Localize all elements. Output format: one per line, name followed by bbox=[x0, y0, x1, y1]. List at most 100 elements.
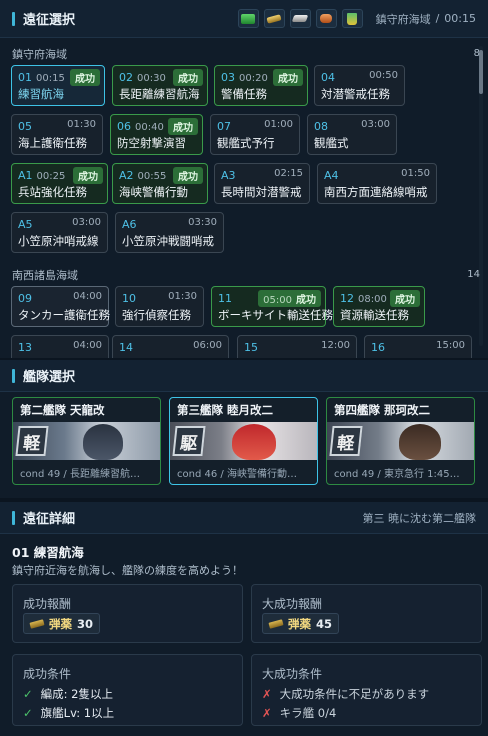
status-badge: 成功 bbox=[73, 167, 103, 184]
fleet-banner: 駆 bbox=[170, 422, 317, 460]
condition-text: 編成: 2隻以上 bbox=[40, 687, 114, 701]
ship-portrait bbox=[83, 424, 123, 460]
mission-card-09[interactable]: 09 04:00 タンカー護衛任務 bbox=[11, 286, 110, 327]
reward-amount: 30 bbox=[77, 616, 94, 631]
mission-id: A1 bbox=[18, 169, 33, 182]
status-badge: 成功 bbox=[173, 69, 203, 86]
mission-name: 小笠原沖哨戒線 bbox=[18, 234, 99, 248]
mission-card-A4[interactable]: A4 01:50 南西方面連絡線哨戒 bbox=[317, 163, 437, 204]
mission-id: A6 bbox=[122, 218, 137, 231]
cross-icon: ✗ bbox=[262, 687, 272, 701]
mission-name: 強行偵察任務 bbox=[122, 308, 191, 322]
fleet-card-3[interactable]: 第三艦隊 睦月改二 駆 cond 46 / 海峡警備行動… bbox=[169, 397, 318, 485]
fleet-card-2[interactable]: 第二艦隊 天龍改 軽 cond 49 / 長距離練習航… bbox=[12, 397, 161, 485]
ammo-icon[interactable] bbox=[263, 9, 285, 28]
mission-name: 観艦式 bbox=[314, 136, 349, 150]
mission-card-12[interactable]: 12 08:00 成功 資源輸送任務 bbox=[333, 286, 425, 327]
header-accent bbox=[12, 368, 15, 383]
condition-row: ✗ キラ艦 0/4 bbox=[262, 705, 336, 721]
mission-card-14[interactable]: 14 06:00 bbox=[112, 335, 229, 358]
mission-name: 資源輸送任務 bbox=[340, 308, 409, 322]
mission-card-15[interactable]: 15 12:00 bbox=[237, 335, 357, 358]
cond-value: 49 bbox=[47, 469, 61, 480]
reward-chip: 弾薬 30 bbox=[23, 613, 101, 634]
mission-card-16[interactable]: 16 15:00 bbox=[364, 335, 472, 358]
mission-time: 01:30 bbox=[67, 119, 96, 130]
ammo-icon bbox=[29, 618, 45, 629]
mission-id: A3 bbox=[221, 169, 236, 182]
mission-card-11[interactable]: 11 05:00 成功 ボーキサイト輸送任務 bbox=[211, 286, 333, 327]
fleet-status: cond 49 / 東京急行 1:45… bbox=[327, 460, 474, 484]
great-conditions-label: 大成功条件 bbox=[262, 667, 323, 681]
ship-portrait bbox=[399, 424, 441, 460]
total-time: 00:15 bbox=[444, 12, 476, 25]
mission-id: 05 bbox=[18, 120, 32, 133]
mission-card-A5[interactable]: A5 03:00 小笠原沖哨戒線 bbox=[11, 212, 108, 253]
ship-type-badge: 軽 bbox=[15, 426, 49, 456]
fleet-status: cond 46 / 海峡警備行動… bbox=[170, 460, 317, 484]
bucket-icon[interactable] bbox=[341, 9, 363, 28]
mission-card-04[interactable]: 04 00:50 対潜警戒任務 bbox=[314, 65, 405, 106]
check-icon: ✓ bbox=[23, 687, 33, 701]
cond-value: 49 bbox=[361, 469, 375, 480]
header-accent bbox=[12, 510, 15, 525]
mission-id: 12 bbox=[340, 292, 354, 305]
mission-id: 09 bbox=[18, 292, 32, 305]
bauxite-icon[interactable] bbox=[315, 9, 337, 28]
mission-id: 02 bbox=[119, 71, 133, 84]
cross-icon: ✗ bbox=[262, 706, 272, 720]
mission-time: 00:20 bbox=[239, 73, 268, 84]
ship-type-badge: 軽 bbox=[329, 426, 363, 456]
clipped-row: 13 04:00 14 06:00 15 12:00 16 15:00 bbox=[0, 335, 480, 358]
mission-card-06[interactable]: 06 00:40 成功 防空射撃演習 bbox=[110, 114, 203, 155]
success-conditions-box: 成功条件 ✓ 編成: 2隻以上 ✓ 旗艦Lv: 1以上 bbox=[12, 654, 243, 726]
scrollbar-track[interactable] bbox=[479, 46, 483, 346]
mission-card-A2[interactable]: A2 00:55 成功 海峡警備行動 bbox=[112, 163, 208, 204]
check-icon: ✓ bbox=[23, 706, 33, 720]
fleet-card-4[interactable]: 第四艦隊 那珂改二 軽 cond 49 / 東京急行 1:45… bbox=[326, 397, 475, 485]
mission-card-05[interactable]: 05 01:30 海上護衛任務 bbox=[11, 114, 103, 155]
mission-card-10[interactable]: 10 01:30 強行偵察任務 bbox=[115, 286, 204, 327]
mission-name: 対潜警戒任務 bbox=[321, 87, 390, 101]
mission-card-07[interactable]: 07 01:00 観艦式予行 bbox=[210, 114, 300, 155]
status-text: 成功 bbox=[296, 295, 316, 306]
fleet-mission: 東京急行 1:45… bbox=[383, 469, 460, 480]
mission-id: 11 bbox=[218, 292, 232, 305]
mission-name: 南西方面連絡線哨戒 bbox=[324, 185, 428, 199]
fleet-name: 第四艦隊 那珂改二 bbox=[334, 403, 431, 417]
mission-time: 00:55 bbox=[137, 171, 167, 182]
mission-description: 鎮守府近海を航海し、艦隊の練度を高めよう！ bbox=[12, 564, 243, 577]
mission-time: 04:00 bbox=[73, 291, 102, 302]
fuel-icon[interactable] bbox=[237, 9, 259, 28]
fleet-separator: / bbox=[220, 469, 224, 480]
condition-text: 大成功条件に不足があります bbox=[279, 687, 430, 701]
expedition-panel-title: 遠征選択 bbox=[23, 13, 76, 28]
mission-id: 06 bbox=[117, 120, 131, 133]
mission-name: 長距離練習航海 bbox=[119, 87, 200, 101]
great-conditions-box: 大成功条件 ✗ 大成功条件に不足があります ✗ キラ艦 0/4 bbox=[251, 654, 482, 726]
status-badge: 成功 bbox=[390, 290, 420, 307]
mission-name: 海上護衛任務 bbox=[18, 136, 87, 150]
mission-card-02[interactable]: 02 00:30 成功 長距離練習航海 bbox=[112, 65, 208, 106]
mission-card-A3[interactable]: A3 02:15 長時間対潜警戒 bbox=[214, 163, 310, 204]
mission-id: 07 bbox=[217, 120, 231, 133]
status-badge: 成功 bbox=[168, 118, 198, 135]
mission-card-13[interactable]: 13 04:00 bbox=[11, 335, 109, 358]
fleet-separator: / bbox=[63, 469, 67, 480]
mission-card-A6[interactable]: A6 03:30 小笠原沖戦闘哨戒 bbox=[115, 212, 224, 253]
mission-id: 01 bbox=[18, 71, 32, 84]
section-label-nansei: 南西諸島海域 bbox=[12, 269, 78, 282]
mission-id: 08 bbox=[314, 120, 328, 133]
fleet-mission: 長距離練習航… bbox=[69, 469, 140, 480]
mission-id: 16 bbox=[371, 341, 385, 354]
success-conditions-label: 成功条件 bbox=[23, 667, 72, 681]
mission-card-01[interactable]: 01 00:15 成功 練習航海 bbox=[11, 65, 105, 106]
mission-card-08[interactable]: 08 03:00 観艦式 bbox=[307, 114, 397, 155]
mission-card-03[interactable]: 03 00:20 成功 警備任務 bbox=[214, 65, 308, 106]
mission-card-A1[interactable]: A1 00:25 成功 兵站強化任務 bbox=[11, 163, 108, 204]
steel-icon[interactable] bbox=[289, 9, 311, 28]
reward-item: 弾薬 bbox=[49, 616, 72, 631]
condition-row: ✓ 編成: 2隻以上 bbox=[23, 686, 113, 702]
success-reward-label: 成功報酬 bbox=[23, 597, 72, 611]
condition-text: 旗艦Lv: 1以上 bbox=[40, 706, 115, 720]
